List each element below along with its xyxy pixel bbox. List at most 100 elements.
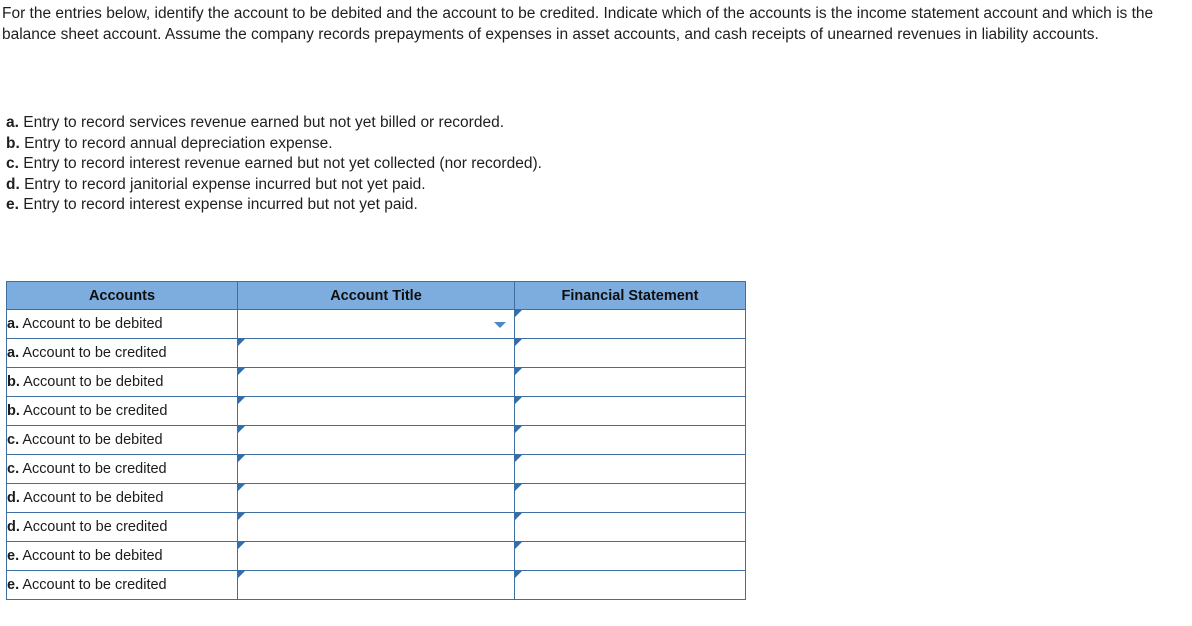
list-item: d. Entry to record janitorial expense in…	[6, 175, 906, 196]
row-description: Account to be debited	[22, 548, 163, 564]
table-row: b. Account to be debited	[6, 367, 746, 397]
account-title-select[interactable]	[237, 483, 515, 513]
account-title-select[interactable]	[237, 396, 515, 426]
row-letter: c.	[7, 432, 20, 448]
financial-statement-value	[515, 513, 745, 541]
entry-text: Entry to record interest expense incurre…	[23, 196, 418, 213]
financial-statement-select[interactable]	[514, 570, 746, 600]
list-item: c. Entry to record interest revenue earn…	[6, 154, 906, 175]
account-title-select[interactable]	[237, 338, 515, 368]
account-title-value	[238, 542, 514, 570]
row-description: Account to be credited	[23, 519, 168, 535]
row-description: Account to be credited	[22, 345, 167, 361]
entry-label: b.	[6, 134, 20, 152]
financial-statement-value	[515, 397, 745, 425]
table-row: a. Account to be debited	[6, 309, 746, 339]
account-title-value	[238, 571, 514, 599]
entry-label: e.	[6, 196, 19, 213]
entries-list: a. Entry to record services revenue earn…	[6, 113, 906, 216]
account-title-value	[238, 484, 514, 512]
account-title-select[interactable]	[237, 454, 515, 484]
table-row: d. Account to be debited	[6, 483, 746, 513]
financial-statement-value	[515, 339, 745, 367]
account-title-select[interactable]	[237, 309, 515, 339]
entry-text: Entry to record janitorial expense incur…	[24, 175, 426, 193]
account-title-value	[238, 397, 514, 425]
list-item: e. Entry to record interest expense incu…	[6, 195, 906, 216]
row-description: Account to be debited	[22, 432, 163, 448]
financial-statement-select[interactable]	[514, 483, 746, 513]
financial-statement-select[interactable]	[514, 512, 746, 542]
row-label-cell: e. Account to be credited	[6, 570, 238, 600]
financial-statement-value	[515, 455, 745, 483]
financial-statement-select[interactable]	[514, 541, 746, 571]
account-title-value	[238, 310, 514, 338]
table-row: c. Account to be debited	[6, 425, 746, 455]
column-header-accounts: Accounts	[6, 281, 238, 310]
row-description: Account to be credited	[22, 461, 167, 477]
table-row: b. Account to be credited	[6, 396, 746, 426]
account-title-value	[238, 368, 514, 396]
row-letter: d.	[7, 519, 20, 535]
table-header-row: Accounts Account Title Financial Stateme…	[6, 281, 746, 310]
row-description: Account to be debited	[23, 490, 164, 506]
financial-statement-value	[515, 426, 745, 454]
entry-label: a.	[6, 114, 19, 131]
financial-statement-select[interactable]	[514, 309, 746, 339]
row-label-cell: e. Account to be debited	[6, 541, 238, 571]
financial-statement-select[interactable]	[514, 454, 746, 484]
row-description: Account to be credited	[22, 577, 167, 593]
financial-statement-select[interactable]	[514, 367, 746, 397]
row-description: Account to be debited	[22, 316, 163, 332]
table-row: c. Account to be credited	[6, 454, 746, 484]
row-letter: d.	[7, 490, 20, 506]
financial-statement-value	[515, 310, 745, 338]
account-title-value	[238, 426, 514, 454]
row-letter: b.	[7, 374, 20, 390]
account-title-select[interactable]	[237, 425, 515, 455]
table-row: e. Account to be debited	[6, 541, 746, 571]
financial-statement-value	[515, 484, 745, 512]
row-label-cell: c. Account to be credited	[6, 454, 238, 484]
row-label-cell: d. Account to be credited	[6, 512, 238, 542]
financial-statement-value	[515, 542, 745, 570]
financial-statement-select[interactable]	[514, 396, 746, 426]
column-header-financial-statement: Financial Statement	[514, 281, 746, 310]
row-description: Account to be debited	[23, 374, 164, 390]
account-title-value	[238, 513, 514, 541]
column-header-account-title: Account Title	[237, 281, 515, 310]
account-title-select[interactable]	[237, 512, 515, 542]
row-letter: e.	[7, 548, 20, 564]
row-label-cell: b. Account to be credited	[6, 396, 238, 426]
worksheet-page: For the entries below, identify the acco…	[0, 0, 1192, 626]
row-letter: c.	[7, 461, 20, 477]
entry-text: Entry to record services revenue earned …	[23, 114, 505, 131]
row-label-cell: a. Account to be credited	[6, 338, 238, 368]
account-title-value	[238, 455, 514, 483]
chevron-down-icon[interactable]	[494, 322, 506, 328]
list-item: a. Entry to record services revenue earn…	[6, 113, 906, 134]
row-label-cell: a. Account to be debited	[6, 309, 238, 339]
account-title-select[interactable]	[237, 367, 515, 397]
account-title-select[interactable]	[237, 570, 515, 600]
row-label-cell: d. Account to be debited	[6, 483, 238, 513]
account-title-select[interactable]	[237, 541, 515, 571]
entry-text: Entry to record annual depreciation expe…	[24, 134, 333, 152]
entry-text: Entry to record interest revenue earned …	[23, 155, 542, 172]
financial-statement-value	[515, 571, 745, 599]
table-row: e. Account to be credited	[6, 570, 746, 600]
financial-statement-select[interactable]	[514, 338, 746, 368]
row-label-cell: c. Account to be debited	[6, 425, 238, 455]
financial-statement-value	[515, 368, 745, 396]
entry-label: c.	[6, 155, 19, 172]
row-label-cell: b. Account to be debited	[6, 367, 238, 397]
list-item: b. Entry to record annual depreciation e…	[6, 134, 906, 155]
account-title-value	[238, 339, 514, 367]
row-letter: e.	[7, 577, 20, 593]
financial-statement-select[interactable]	[514, 425, 746, 455]
row-letter: a.	[7, 345, 20, 361]
answer-table: Accounts Account Title Financial Stateme…	[6, 281, 746, 600]
entry-label: d.	[6, 175, 20, 193]
row-letter: b.	[7, 403, 20, 419]
table-row: d. Account to be credited	[6, 512, 746, 542]
